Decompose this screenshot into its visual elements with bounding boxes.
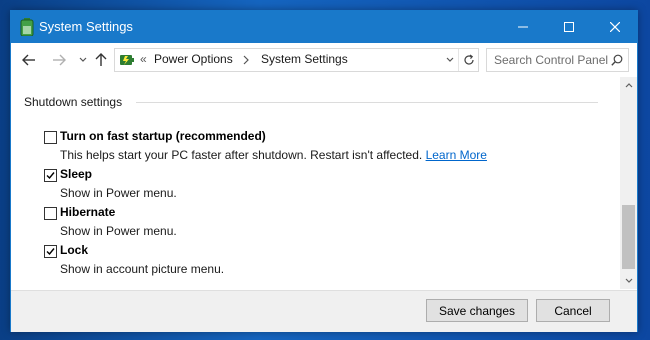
chevron-right-icon[interactable] <box>243 54 249 68</box>
up-button[interactable] <box>92 51 110 69</box>
back-arrow-icon <box>22 54 35 66</box>
recent-pages-dropdown[interactable] <box>74 51 92 69</box>
lock-checkbox[interactable] <box>44 245 57 258</box>
scroll-up-button[interactable] <box>620 77 637 94</box>
forward-arrow-icon <box>53 54 66 66</box>
close-button[interactable] <box>592 11 638 43</box>
maximize-button[interactable] <box>546 11 592 43</box>
fast-startup-description-text: This helps start your PC faster after sh… <box>60 148 423 162</box>
chevron-down-icon <box>446 57 454 62</box>
hibernate-checkbox[interactable] <box>44 207 57 220</box>
search-placeholder: Search Control Panel <box>494 53 609 67</box>
scroll-down-button[interactable] <box>620 272 637 289</box>
section-divider <box>136 102 598 103</box>
forward-button[interactable] <box>50 51 68 69</box>
scrollbar-thumb[interactable] <box>622 205 635 269</box>
option-description: Show in Power menu. <box>60 224 177 238</box>
checkmark-icon <box>46 248 55 256</box>
address-bar[interactable]: « Power Options System Settings <box>114 48 479 72</box>
back-button[interactable] <box>20 51 38 69</box>
scroll-down-icon <box>625 278 632 283</box>
search-icon[interactable] <box>611 54 623 66</box>
checkmark-icon <box>46 172 55 180</box>
refresh-button[interactable] <box>458 49 479 71</box>
maximize-icon <box>564 22 574 32</box>
option-label: Sleep <box>60 167 93 181</box>
save-changes-button[interactable]: Save changes <box>426 299 528 322</box>
option-label: Lock <box>60 243 89 257</box>
cancel-button[interactable]: Cancel <box>536 299 610 322</box>
search-box[interactable]: Search Control Panel <box>486 48 629 72</box>
settings-content: Shutdown settings Turn on fast startup (… <box>12 77 620 289</box>
sleep-checkbox[interactable] <box>44 169 57 182</box>
minimize-button[interactable] <box>500 11 546 43</box>
breadcrumb-system-settings[interactable]: System Settings <box>261 52 348 66</box>
option-description: Show in Power menu. <box>60 186 177 200</box>
battery-icon <box>19 18 35 37</box>
address-history-dropdown[interactable] <box>442 49 458 71</box>
recent-dropdown-icon <box>79 57 87 62</box>
window-title: System Settings <box>39 19 133 34</box>
option-label: Turn on fast startup (recommended) <box>60 129 266 143</box>
vertical-scrollbar[interactable] <box>620 77 637 289</box>
breadcrumb-power-options[interactable]: Power Options <box>154 52 233 66</box>
dialog-footer: Save changes Cancel <box>11 290 637 332</box>
address-row: « Power Options System Settings Search C… <box>11 43 637 77</box>
refresh-icon <box>464 54 474 65</box>
option-label: Hibernate <box>60 205 116 219</box>
system-settings-window: System Settings « Power Options System S… <box>10 10 638 332</box>
minimize-icon <box>518 26 528 28</box>
breadcrumb-overflow[interactable]: « <box>140 52 147 66</box>
fast-startup-checkbox[interactable] <box>44 131 57 144</box>
scroll-up-icon <box>625 83 632 88</box>
option-description: Show in account picture menu. <box>60 262 225 276</box>
learn-more-link[interactable]: Learn More <box>426 148 487 162</box>
up-arrow-icon <box>95 53 107 66</box>
close-icon <box>610 22 620 32</box>
title-bar[interactable]: System Settings <box>11 11 637 43</box>
section-title: Shutdown settings <box>24 95 123 109</box>
option-description: This helps start your PC faster after sh… <box>60 148 487 162</box>
power-options-icon <box>119 52 137 68</box>
